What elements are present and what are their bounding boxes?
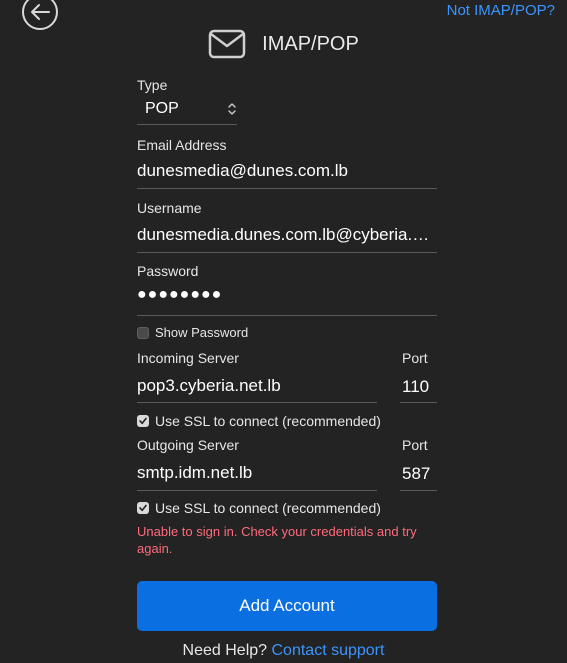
show-password-checkbox[interactable]: Show Password xyxy=(137,325,248,340)
incoming-ssl-checkbox[interactable]: Use SSL to connect (recommended) xyxy=(137,413,381,429)
imap-pop-setup-page: Not IMAP/POP? IMAP/POP Type POP Email Ad… xyxy=(0,0,567,663)
account-type-value: POP xyxy=(145,100,179,117)
back-button[interactable] xyxy=(22,0,58,30)
incoming-port-label: Port xyxy=(402,350,428,366)
incoming-port-underline xyxy=(400,402,437,403)
contact-support-link[interactable]: Contact support xyxy=(272,642,385,659)
checkmark-icon xyxy=(137,415,149,427)
incoming-server-field[interactable]: pop3.cyberia.net.lb xyxy=(137,376,377,396)
username-label: Username xyxy=(137,200,202,216)
show-password-label: Show Password xyxy=(155,325,249,340)
chevron-updown-icon xyxy=(228,103,236,115)
outgoing-server-label: Outgoing Server xyxy=(137,437,239,453)
incoming-port-field[interactable]: 110 xyxy=(402,377,437,397)
incoming-server-label: Incoming Server xyxy=(137,350,239,366)
outgoing-port-field[interactable]: 587 xyxy=(402,464,437,484)
page-title: IMAP/POP xyxy=(262,32,359,55)
outgoing-server-field[interactable]: smtp.idm.net.lb xyxy=(137,463,377,483)
type-label: Type xyxy=(137,77,168,93)
username-field[interactable]: dunesmedia.dunes.com.lb@cyberia.net.lb xyxy=(137,225,432,245)
outgoing-ssl-label: Use SSL to connect (recommended) xyxy=(155,500,381,516)
page-header: IMAP/POP xyxy=(0,28,567,60)
checkbox-unchecked-icon xyxy=(137,326,149,339)
mail-icon xyxy=(208,29,246,59)
outgoing-server-underline xyxy=(137,490,377,491)
outgoing-port-label: Port xyxy=(402,437,428,453)
username-field-underline xyxy=(137,252,437,253)
sign-in-error-message: Unable to sign in. Check your credential… xyxy=(137,524,417,556)
password-label: Password xyxy=(137,263,199,279)
outgoing-ssl-checkbox[interactable]: Use SSL to connect (recommended) xyxy=(137,500,381,516)
outgoing-port-underline xyxy=(400,490,437,491)
email-field-underline xyxy=(137,188,437,189)
account-type-select[interactable]: POP xyxy=(137,95,237,125)
password-field[interactable]: ●●●●●●●● xyxy=(137,286,437,304)
password-field-underline xyxy=(137,315,437,316)
arrow-left-icon xyxy=(31,4,50,20)
help-footer: Need Help? Contact support xyxy=(0,642,567,660)
need-help-text: Need Help? xyxy=(182,642,268,659)
not-imap-pop-link[interactable]: Not IMAP/POP? xyxy=(447,2,555,19)
add-account-button[interactable]: Add Account xyxy=(137,581,437,631)
email-label: Email Address xyxy=(137,137,227,153)
email-field[interactable]: dunesmedia@dunes.com.lb xyxy=(137,161,437,181)
incoming-ssl-label: Use SSL to connect (recommended) xyxy=(155,413,381,429)
checkmark-icon xyxy=(137,502,149,514)
incoming-server-underline xyxy=(137,402,377,403)
